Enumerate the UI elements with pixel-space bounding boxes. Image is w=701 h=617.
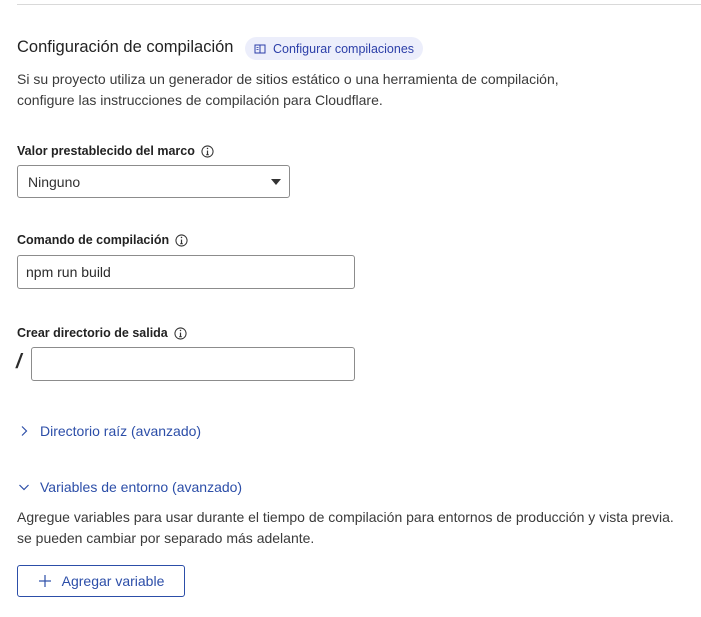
chevron-right-icon	[21, 426, 28, 436]
output-dir-label: Crear directorio de salida	[17, 326, 168, 340]
build-command-label-row: Comando de compilación	[17, 233, 188, 247]
env-vars-label: Variables de entorno (avanzado)	[40, 479, 243, 495]
output-dir-label-row: Crear directorio de salida	[17, 326, 187, 340]
framework-label-row: Valor prestablecido del marco	[17, 144, 214, 158]
info-icon[interactable]	[201, 144, 214, 158]
description-line: se pueden cambiar por separado más adela…	[17, 530, 315, 546]
root-dir-toggle[interactable]: Directorio raíz (avanzado)	[18, 423, 201, 439]
description-line: Si su proyecto utiliza un generador de s…	[17, 71, 559, 87]
path-prefix: /	[16, 351, 22, 373]
configure-builds-link[interactable]: Configurar compilaciones	[245, 37, 424, 60]
info-icon[interactable]	[174, 326, 187, 340]
top-divider	[17, 4, 701, 5]
root-dir-label: Directorio raíz (avanzado)	[40, 423, 202, 439]
chevron-down-icon	[19, 484, 29, 491]
build-command-label: Comando de compilación	[17, 233, 170, 247]
description-line: configure las instrucciones de compilaci…	[17, 92, 383, 108]
add-variable-label: Agregar variable	[61, 573, 165, 589]
build-command-input[interactable]	[17, 255, 355, 289]
section-title: Configuración de compilación	[17, 38, 234, 56]
framework-selected-value: Ninguno	[28, 173, 81, 190]
output-dir-input[interactable]	[31, 347, 355, 381]
framework-select[interactable]: Ninguno	[17, 165, 290, 198]
caret-down-icon	[271, 179, 281, 185]
env-vars-toggle[interactable]: Variables de entorno (avanzado)	[18, 479, 242, 495]
description-line: Agregue variables para usar durante el t…	[17, 509, 674, 525]
plus-icon	[38, 575, 51, 587]
book-icon	[254, 44, 266, 53]
framework-label: Valor prestablecido del marco	[17, 144, 195, 158]
section-description: Si su proyecto utiliza un generador de s…	[17, 69, 559, 111]
info-icon[interactable]	[175, 233, 188, 247]
env-vars-description: Agregue variables para usar durante el t…	[17, 507, 674, 549]
add-variable-button[interactable]: Agregar variable	[17, 565, 185, 597]
configure-builds-label: Configurar compilaciones	[273, 41, 415, 56]
